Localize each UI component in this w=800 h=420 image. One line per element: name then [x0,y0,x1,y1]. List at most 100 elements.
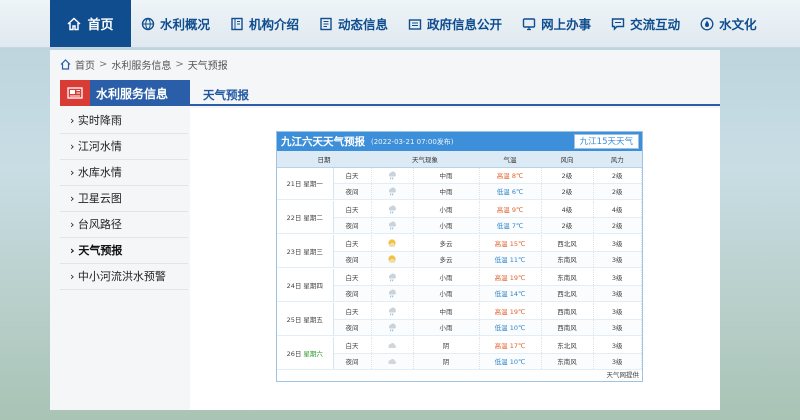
weather-icon-cell [371,183,414,200]
overcast-icon [387,356,397,366]
rain-icon [387,272,397,282]
temp-low-label: 低温 [494,324,508,332]
breadcrumb-section[interactable]: 水利服务信息 [111,57,171,72]
temp-low-label: 低温 [494,256,508,264]
period-label: 夜间 [333,353,372,370]
wind-direction: 2级 [541,183,594,200]
water-drop-icon [700,17,714,30]
period-label: 夜间 [333,285,372,302]
nav-item-online-service[interactable]: 网上办事 [512,0,601,47]
weather-icon-cell [371,251,414,268]
weather-table-header: 日期 天气现象 气温 风向 风力 [277,151,642,168]
weather-date: 26日 [286,349,302,358]
nav-item-overview[interactable]: 水利概况 [131,0,220,47]
weather-condition: 小雨 [413,269,480,286]
temp-high-cell: 高温 9℃ [479,201,542,218]
wind-force: 3级 [593,337,642,354]
wind-force: 3级 [593,235,642,252]
nav-item-water-culture[interactable]: 水文化 [690,0,767,47]
sidebar-item-rainfall[interactable]: › 实时降雨 [60,108,188,134]
wind-direction: 东南风 [541,251,594,268]
sidebar-item-weather[interactable]: › 天气预报 [60,238,188,264]
weather-widget-header: 九江六天天气预报 (2022-03-21 07:00发布) 九江15天天气 [277,132,642,151]
weather-row-day: 22日 星期二 白天 小雨 高温 9℃ 4级 4级 [277,201,642,234]
col-header-date: 日期 [277,151,371,168]
weather-icon-cell [371,303,414,320]
wind-force: 3级 [593,303,642,320]
nav-item-label: 水利概况 [160,17,211,32]
weather-row-day: 21日 星期一 白天 中雨 高温 8℃ 2级 2级 [277,167,642,200]
top-nav: 首页 水利概况 机构介绍 动态信息 政府信息公开 网上办事 交流互动 水文化 [0,0,800,48]
temp-high-label: 高温 [496,205,510,214]
sidebar-item-label: 实时降雨 [77,114,122,127]
temp-low-cell: 低温 10℃ [479,319,542,336]
weather-icon-cell [371,337,414,354]
weather-widget: 九江六天天气预报 (2022-03-21 07:00发布) 九江15天天气 日期… [276,131,643,382]
sidebar-item-label: 天气预报 [78,244,123,257]
weather-row-day: 23日 星期三 白天 多云 高温 15℃ 西北风 3级 [277,235,642,268]
sidebar-item-reservoir[interactable]: › 水库水情 [60,160,188,186]
nav-item-label: 动态信息 [338,17,389,32]
weather-table: 日期 天气现象 气温 风向 风力 21日 星期一 白天 中雨 高温 8℃ 2级 2级 夜间中… [277,151,642,370]
sidebar-item-river[interactable]: › 江河水情 [60,134,188,160]
globe-icon [141,17,155,30]
temp-high-label: 高温 [494,273,508,282]
weather-15day-link[interactable]: 九江15天天气 [573,134,639,149]
temp-high-label: 高温 [494,307,508,316]
col-header-wind-force: 风力 [593,151,642,168]
wind-direction: 西南风 [541,303,594,320]
weather-date-cell: 26日 星期六 [277,337,334,370]
wind-force: 4级 [593,201,642,218]
weather-condition: 多云 [413,235,480,252]
temp-high-cell: 高温 19℃ [479,269,542,286]
wind-direction: 东北风 [541,337,594,354]
weather-condition: 小雨 [413,285,480,302]
weather-condition: 中雨 [413,303,480,320]
temp-low-cell: 低温 10℃ [479,353,542,370]
breadcrumb-home[interactable]: 首页 [75,57,95,72]
weather-date-cell: 22日 星期二 [277,201,334,234]
wind-force: 3级 [593,285,642,302]
rain-icon [387,186,397,196]
weather-date-cell: 24日 星期四 [277,269,334,302]
book-icon [231,17,243,30]
period-label: 夜间 [333,217,372,234]
weather-date: 24日 [286,281,302,290]
weather-condition: 中雨 [413,167,480,184]
rain-icon [387,220,397,230]
temp-high: 15℃ [509,239,526,248]
sidebar-item-satellite[interactable]: › 卫星云图 [60,186,188,212]
nav-item-news[interactable]: 动态信息 [309,0,398,47]
col-header-wind-dir: 风向 [541,151,593,168]
weather-condition: 中雨 [413,183,480,200]
period-label: 白天 [333,303,372,320]
col-header-weather: 天气现象 [371,151,479,168]
sidebar-item-flood-warning[interactable]: › 中小河流洪水预警 [60,264,188,290]
wind-direction: 东南风 [541,353,594,370]
temp-low-label: 低温 [496,222,510,230]
rain-icon [387,322,397,332]
weather-weekday: 星期五 [303,315,323,324]
weather-icon-cell [371,235,414,252]
nav-item-organization[interactable]: 机构介绍 [220,0,309,47]
rain-icon [387,204,397,214]
weather-condition: 小雨 [413,201,480,218]
temp-high: 17℃ [509,341,526,350]
weather-icon-cell [371,217,414,234]
wind-force: 2级 [593,183,642,200]
chat-icon [611,17,625,31]
cloudy-sun-icon [387,238,397,248]
sidebar-item-label: 台风路径 [77,218,122,231]
nav-item-gov-info[interactable]: 政府信息公开 [398,0,512,47]
sidebar-item-typhoon[interactable]: › 台风路径 [60,212,188,238]
weather-date: 23日 [286,247,302,256]
wind-direction: 西北风 [541,235,594,252]
weather-footer: 天气网提供 [606,371,640,379]
sidebar-badge [60,80,90,106]
nav-home-label: 首页 [87,18,114,33]
nav-home[interactable]: 首页 [50,0,131,47]
wind-force: 2级 [593,167,642,184]
temp-high: 9℃ [511,205,524,214]
weather-published: (2022-03-21 07:00发布) [371,137,454,146]
nav-item-interaction[interactable]: 交流互动 [601,0,690,47]
